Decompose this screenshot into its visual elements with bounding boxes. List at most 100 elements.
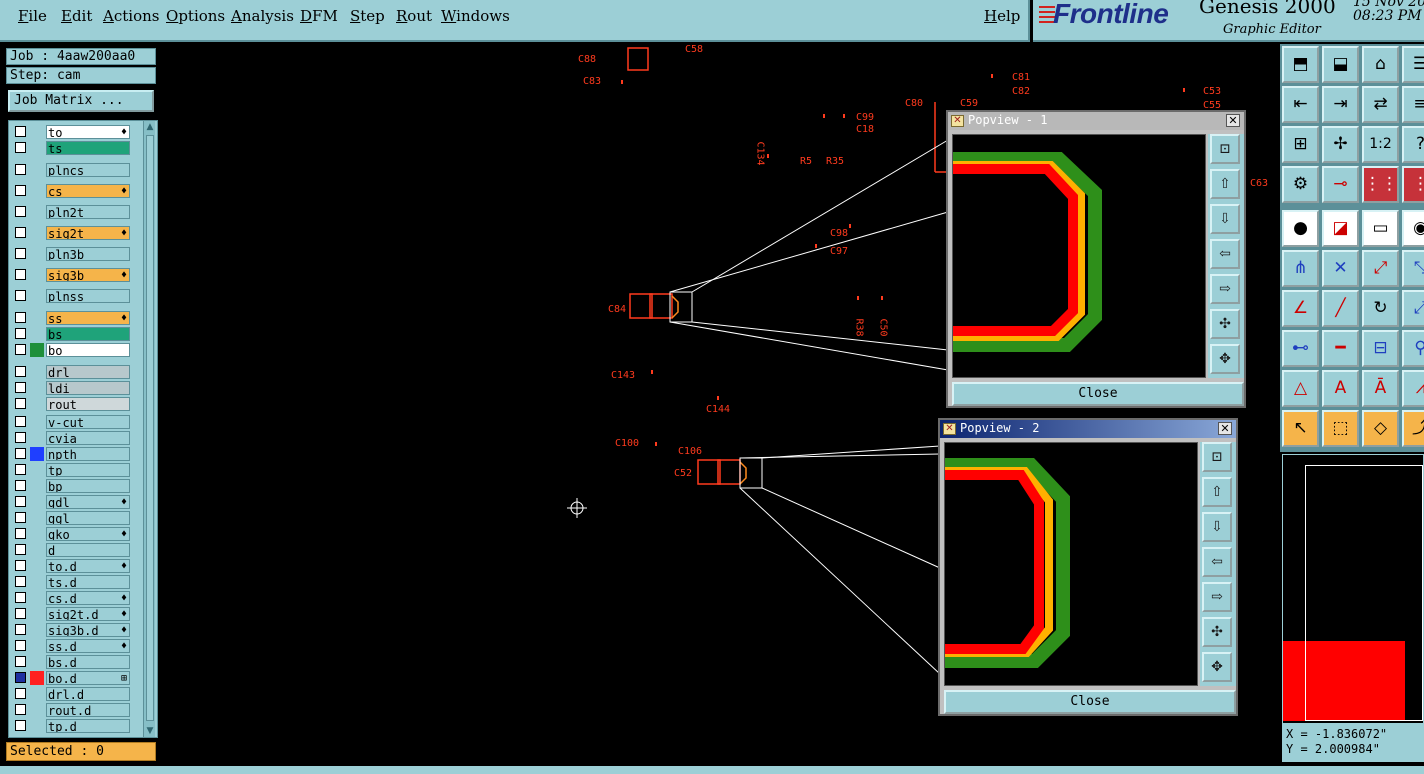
text-a-outline-icon[interactable]: Ā — [1362, 370, 1399, 407]
layer-row[interactable]: cs.d ♦ — [11, 591, 131, 605]
layer-checkbox[interactable] — [15, 592, 26, 603]
layer-checkbox[interactable] — [15, 544, 26, 555]
overview-viewport-frame[interactable] — [1305, 465, 1423, 721]
layer-checkbox[interactable] — [15, 290, 26, 301]
layer-checkbox[interactable] — [15, 480, 26, 491]
layer-checkbox[interactable] — [15, 720, 26, 731]
layer-row[interactable]: ts.d — [11, 575, 131, 589]
layer-name[interactable]: ss ♦ — [46, 311, 130, 325]
layer-row[interactable]: ss ♦ — [11, 311, 131, 325]
close-icon[interactable]: ✕ — [1218, 422, 1232, 435]
layer-checkbox[interactable] — [15, 269, 26, 280]
layer-name[interactable]: bp — [46, 479, 130, 493]
segment-icon[interactable]: ⤢ — [1362, 250, 1399, 287]
layer-checkbox[interactable] — [15, 382, 26, 393]
layer-row[interactable]: ldi — [11, 381, 131, 395]
measure-icon[interactable]: ⚙ — [1282, 166, 1319, 203]
zoom-out-icon[interactable]: ✥ — [1202, 652, 1232, 682]
layer-name[interactable]: cvia — [46, 431, 130, 445]
cross-icon[interactable]: ✕ — [1322, 250, 1359, 287]
layer-row[interactable]: gdl ♦ — [11, 495, 131, 509]
layer-checkbox[interactable] — [15, 672, 26, 683]
layer-name[interactable]: ts.d — [46, 575, 130, 589]
layer-row[interactable]: bs.d — [11, 655, 131, 669]
layer-checkbox[interactable] — [15, 398, 26, 409]
menu-file[interactable]: File — [18, 7, 47, 25]
layer-name[interactable]: tp.d — [46, 719, 130, 733]
route-icon[interactable]: ⤡ — [1402, 250, 1424, 287]
select-pointer-icon[interactable]: ↖ — [1282, 410, 1319, 447]
layer-checkbox[interactable] — [15, 164, 26, 175]
arc-icon[interactable]: ↻ — [1362, 290, 1399, 327]
layer-name[interactable]: ts — [46, 141, 130, 155]
layer-row[interactable]: plnss — [11, 289, 131, 303]
layer-checkbox[interactable] — [15, 640, 26, 651]
layer-scrollbar[interactable]: ▲ ▼ — [143, 121, 155, 737]
layer-row[interactable]: plncs — [11, 163, 131, 177]
layer-name[interactable]: to.d ♦ — [46, 559, 130, 573]
popview-1-titlebar[interactable]: ✕ Popview - 1 ✕ — [948, 112, 1244, 130]
layer-name[interactable]: sig2t ♦ — [46, 226, 130, 240]
window-menu-icon[interactable]: ✕ — [943, 423, 956, 435]
layer-row[interactable]: drl — [11, 365, 131, 379]
layer-row[interactable]: pln3b — [11, 247, 131, 261]
layer-name[interactable]: drl — [46, 365, 130, 379]
layer-name[interactable]: pln3b — [46, 247, 130, 261]
layer-name[interactable]: sig3b ♦ — [46, 268, 130, 282]
layer-checkbox[interactable] — [15, 416, 26, 427]
layer-checkbox[interactable] — [15, 608, 26, 619]
layer-row[interactable]: cs ♦ — [11, 184, 131, 198]
layer-name[interactable]: drl.d — [46, 687, 130, 701]
layer-name[interactable]: cs.d ♦ — [46, 591, 130, 605]
menu-dfm[interactable]: DFM — [300, 7, 338, 25]
layer-name[interactable]: ggl — [46, 511, 130, 525]
swap-icon[interactable]: ⇄ — [1362, 86, 1399, 123]
pan-up-icon[interactable]: ⇧ — [1210, 169, 1240, 199]
layer-row[interactable]: v-cut — [11, 415, 131, 429]
layer-name[interactable]: plncs — [46, 163, 130, 177]
zoom-fit-icon[interactable]: ⊡ — [1202, 442, 1232, 472]
connect-icon[interactable]: ⋔ — [1282, 250, 1319, 287]
layer-name[interactable]: rout — [46, 397, 130, 411]
layer-row[interactable]: ggl — [11, 511, 131, 525]
menu-edit[interactable]: Edit — [61, 7, 92, 25]
layer-checkbox[interactable] — [15, 528, 26, 539]
layer-checkbox[interactable] — [15, 328, 26, 339]
menu-options[interactable]: Options — [166, 7, 225, 25]
layer-name[interactable]: bs — [46, 327, 130, 341]
layer-checkbox[interactable] — [15, 496, 26, 507]
layer-name[interactable]: pln2t — [46, 205, 130, 219]
layer-checkbox[interactable] — [15, 142, 26, 153]
layer-row[interactable]: bo.d ⊞ — [11, 671, 131, 685]
zoom-in-icon[interactable]: ✣ — [1210, 309, 1240, 339]
layer-name[interactable]: bs.d — [46, 655, 130, 669]
layer-checkbox[interactable] — [15, 432, 26, 443]
layer-row[interactable]: cvia — [11, 431, 131, 445]
pad-tool-icon[interactable]: ● — [1282, 210, 1319, 247]
layer-row[interactable]: d — [11, 543, 131, 557]
layer-checkbox[interactable] — [15, 227, 26, 238]
pan-left-icon[interactable]: ⇦ — [1210, 239, 1240, 269]
layer-checkbox[interactable] — [15, 206, 26, 217]
zoom-fit-icon[interactable]: ⊡ — [1210, 134, 1240, 164]
layer-checkbox[interactable] — [15, 448, 26, 459]
layer-row[interactable]: npth — [11, 447, 131, 461]
pan-right-icon[interactable]: ⇨ — [1210, 274, 1240, 304]
layer-row[interactable]: sig2t ♦ — [11, 226, 131, 240]
menu-actions[interactable]: Actions — [103, 7, 159, 25]
layer-name[interactable]: sig3b.d ♦ — [46, 623, 130, 637]
layer-checkbox[interactable] — [15, 512, 26, 523]
select-net-icon[interactable]: ⤴ — [1402, 410, 1424, 447]
stretch-icon[interactable]: ⤢ — [1402, 290, 1424, 327]
layer-name[interactable]: gko ♦ — [46, 527, 130, 541]
ruler-icon[interactable]: ▭ — [1362, 210, 1399, 247]
popview-2-titlebar[interactable]: ✕ Popview - 2 ✕ — [940, 420, 1236, 438]
scroll-down-arrow-icon[interactable]: ▼ — [144, 725, 156, 737]
layer-checkbox[interactable] — [15, 688, 26, 699]
layer-checkbox[interactable] — [15, 464, 26, 475]
text-a-icon[interactable]: A — [1322, 370, 1359, 407]
dot-tool-icon[interactable]: ◉ — [1402, 210, 1424, 247]
pan-down-icon[interactable]: ⇩ — [1210, 204, 1240, 234]
layer-checkbox[interactable] — [15, 366, 26, 377]
select-lasso-icon[interactable]: ◇ — [1362, 410, 1399, 447]
